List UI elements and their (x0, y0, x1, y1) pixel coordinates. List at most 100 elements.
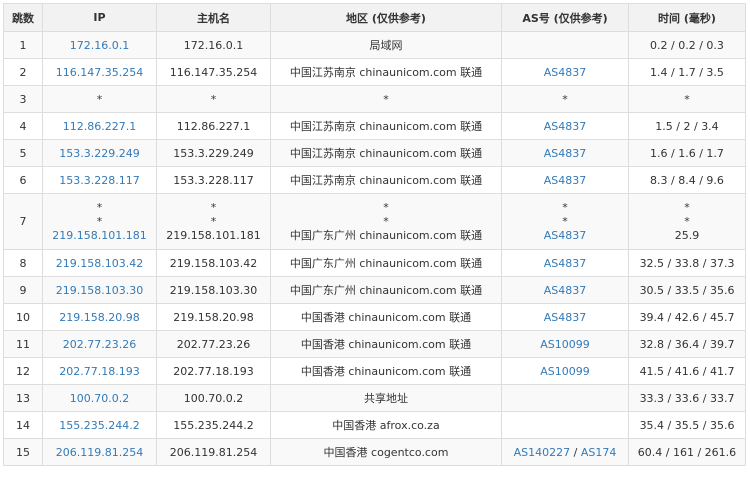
region-cell: 中国香港 afrox.co.za (270, 411, 502, 439)
time-cell: * * 25.9 (628, 193, 746, 250)
table-row: 10 219.158.20.98 219.158.20.98 中国香港 chinaun… (3, 303, 746, 331)
line-text: 中国广东广州 chinaunicom.com 联通 (289, 228, 483, 242)
asn-link[interactable]: AS4837 (544, 147, 587, 160)
hop-cell: 8 (3, 249, 43, 277)
ip-link[interactable]: 172.16.0.1 (70, 39, 129, 52)
ip-link[interactable]: 219.158.20.98 (59, 311, 139, 324)
ip-link[interactable]: 206.119.81.254 (56, 446, 143, 459)
time-cell: 30.5 / 33.5 / 35.6 (628, 276, 746, 304)
hop-cell: 2 (3, 58, 43, 86)
hop-cell: 15 (3, 438, 43, 466)
asn-cell: AS10099 (501, 357, 629, 385)
ip-cell: 219.158.103.30 (42, 276, 157, 304)
table-row: 15 206.119.81.254 206.119.81.254 中国香港 cogen… (3, 438, 746, 466)
asn-link[interactable]: AS10099 (540, 365, 590, 378)
ip-link[interactable]: 202.77.23.26 (63, 338, 136, 351)
table-row: 1 172.16.0.1 172.16.0.1 局域网 0.2 / 0.2 / 0.3 (3, 31, 746, 59)
host-cell: 202.77.18.193 (156, 357, 271, 385)
region-cell: * (270, 85, 502, 113)
ip-link[interactable]: 100.70.0.2 (70, 392, 129, 405)
line: * (504, 215, 626, 229)
asn-cell: AS4837 (501, 58, 629, 86)
region-cell: 中国江苏南京 chinaunicom.com 联通 (270, 139, 502, 167)
ip-cell: 153.3.229.249 (42, 139, 157, 167)
asn-link[interactable]: AS4837 (544, 284, 587, 297)
asn-separator: / (570, 445, 581, 459)
asn-cell: AS4837 (501, 139, 629, 167)
time-cell: * (628, 85, 746, 113)
line: 219.158.101.181 (45, 229, 154, 243)
asn-cell (501, 384, 629, 412)
asn-cell: * * AS4837 (501, 193, 629, 250)
region-cell: 中国香港 chinaunicom.com 联通 (270, 303, 502, 331)
ip-link[interactable]: 202.77.18.193 (59, 365, 139, 378)
ip-cell: 202.77.18.193 (42, 357, 157, 385)
line-text: 219.158.101.181 (166, 228, 261, 242)
hop-cell: 13 (3, 384, 43, 412)
time-cell: 35.4 / 35.5 / 35.6 (628, 411, 746, 439)
line: * (273, 201, 499, 215)
asn-link[interactable]: AS4837 (544, 120, 587, 133)
hop-cell: 6 (3, 166, 43, 194)
host-cell: 112.86.227.1 (156, 112, 271, 140)
host-cell: 116.147.35.254 (156, 58, 271, 86)
table-row: 11 202.77.23.26 202.77.23.26 中国香港 chinaunic… (3, 330, 746, 358)
table-row: 6 153.3.228.117 153.3.228.117 中国江苏南京 chinau… (3, 166, 746, 194)
ip-link[interactable]: 112.86.227.1 (63, 120, 136, 133)
ip-link[interactable]: 153.3.229.249 (59, 147, 139, 160)
ip-link[interactable]: 116.147.35.254 (56, 66, 143, 79)
hop-cell: 10 (3, 303, 43, 331)
hop-cell: 9 (3, 276, 43, 304)
asn-link[interactable]: AS4837 (544, 229, 587, 242)
table-header-row: 跳数 IP 主机名 地区 (仅供参考) AS号 (仅供参考) 时间 (毫秒) (3, 3, 746, 32)
region-cell: 中国香港 chinaunicom.com 联通 (270, 357, 502, 385)
time-cell: 39.4 / 42.6 / 45.7 (628, 303, 746, 331)
asn-link[interactable]: AS4837 (544, 257, 587, 270)
table-row: 14 155.235.244.2 155.235.244.2 中国香港 afrox.c… (3, 411, 746, 439)
asn-cell: AS4837 (501, 303, 629, 331)
host-cell: 153.3.228.117 (156, 166, 271, 194)
asn-cell: AS4837 (501, 276, 629, 304)
ip-cell: 172.16.0.1 (42, 31, 157, 59)
asn-link[interactable]: AS174 (581, 446, 617, 459)
ip-cell: 155.235.244.2 (42, 411, 157, 439)
line: * (159, 201, 268, 215)
line: * (631, 215, 743, 229)
line: * (159, 215, 268, 229)
region-cell: 中国江苏南京 chinaunicom.com 联通 (270, 166, 502, 194)
header-asn: AS号 (仅供参考) (501, 3, 629, 32)
hop-cell: 1 (3, 31, 43, 59)
host-cell: 172.16.0.1 (156, 31, 271, 59)
time-cell: 32.5 / 33.8 / 37.3 (628, 249, 746, 277)
ip-cell: 100.70.0.2 (42, 384, 157, 412)
ip-link[interactable]: 219.158.103.42 (56, 257, 143, 270)
asn-cell: * (501, 85, 629, 113)
line-text: * (562, 200, 568, 214)
asn-link[interactable]: AS4837 (544, 66, 587, 79)
table-row: 4 112.86.227.1 112.86.227.1 中国江苏南京 chinauni… (3, 112, 746, 140)
line-text: * (96, 200, 103, 214)
asn-link[interactable]: AS140227 (514, 446, 571, 459)
asn-link[interactable]: AS10099 (540, 338, 590, 351)
line-text: * (684, 200, 690, 214)
hop-cell: 3 (3, 85, 43, 113)
table-row: 7 * * 219.158.101.181 * * 219.158.101.181 * * 中国广… (3, 193, 746, 250)
header-host: 主机名 (156, 3, 271, 32)
line-text: * (210, 214, 217, 228)
ip-link[interactable]: 155.235.244.2 (59, 419, 139, 432)
host-cell: * * 219.158.101.181 (156, 193, 271, 250)
time-cell: 8.3 / 8.4 / 9.6 (628, 166, 746, 194)
line-text: * (383, 200, 389, 214)
asn-cell (501, 411, 629, 439)
ip-link[interactable]: 219.158.103.30 (56, 284, 143, 297)
line-text: * (383, 214, 389, 228)
hop-cell: 5 (3, 139, 43, 167)
header-ip: IP (42, 3, 157, 32)
table-row: 12 202.77.18.193 202.77.18.193 中国香港 chinaun… (3, 357, 746, 385)
ip-link[interactable]: 219.158.101.181 (52, 229, 146, 242)
asn-link[interactable]: AS4837 (544, 311, 587, 324)
line: * (631, 201, 743, 215)
asn-link[interactable]: AS4837 (544, 174, 587, 187)
line: 25.9 (631, 229, 743, 243)
ip-link[interactable]: 153.3.228.117 (59, 174, 139, 187)
